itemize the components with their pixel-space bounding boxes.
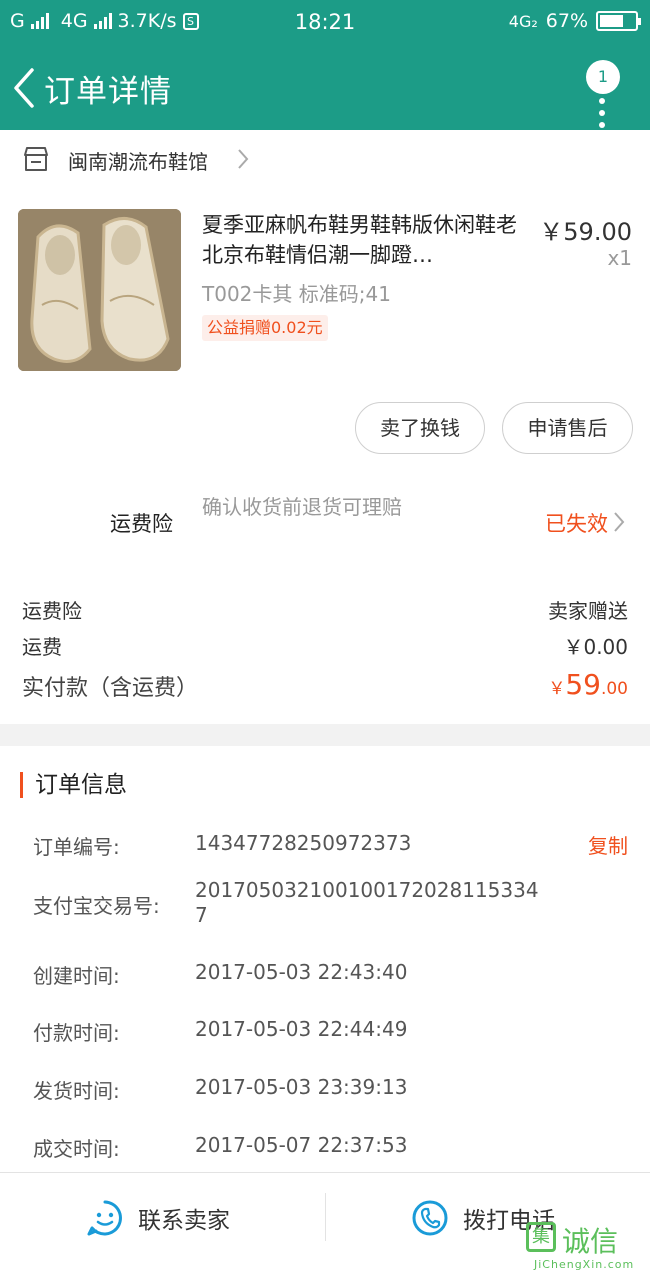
info-value[interactable]: 2017050321001001720281153347 xyxy=(195,878,540,928)
insurance-label: 运费险 xyxy=(110,512,173,536)
info-value: 2017-05-07 22:37:53 xyxy=(195,1133,408,1157)
shipping-fee-value: ￥0.00 xyxy=(563,635,628,659)
fee-insurance-row: 运费险 卖家赠送 xyxy=(22,595,628,624)
chat-face-icon xyxy=(87,1200,122,1236)
total-amount: ￥59.00 xyxy=(548,668,628,701)
product-sku: T002卡其 标准码;41 xyxy=(202,282,391,306)
phone-icon xyxy=(412,1200,448,1236)
shipping-insurance-row[interactable]: 运费险 确认收货前退货可理赔 已失效 xyxy=(0,488,650,558)
info-value[interactable]: 14347728250972373 xyxy=(195,831,540,856)
order-info-heading: 订单信息 xyxy=(20,772,127,798)
insurance-description: 确认收货前退货可理赔 xyxy=(202,495,402,519)
insurance-status: 已失效 xyxy=(545,512,608,536)
total-label: 实付款（含运费） xyxy=(22,676,199,701)
watermark-url: JiChengXin.com xyxy=(534,1258,635,1271)
chevron-right-icon xyxy=(238,149,249,169)
info-key: 订单编号: xyxy=(33,835,120,859)
product-quantity: x1 xyxy=(607,246,632,270)
product-image[interactable] xyxy=(18,209,181,371)
after-sale-button[interactable]: 申请售后 xyxy=(502,402,633,454)
battery-icon xyxy=(596,11,641,31)
shipping-fee-label: 运费 xyxy=(22,635,62,659)
info-value: 2017-05-03 23:39:13 xyxy=(195,1075,408,1099)
info-key: 创建时间: xyxy=(33,964,120,988)
back-button[interactable] xyxy=(10,66,46,110)
title-bar: 订单详情 1 xyxy=(0,44,650,130)
product-card[interactable]: 夏季亚麻帆布鞋男鞋韩版休闲鞋老北京布鞋情侣潮一脚蹬… ￥59.00 x1 T00… xyxy=(0,200,650,390)
fee-insurance-label: 运费险 xyxy=(22,599,82,623)
watermark-box: 集 xyxy=(526,1222,556,1252)
copy-button[interactable]: 复制 xyxy=(588,830,628,859)
notification-badge: 1 xyxy=(586,60,620,94)
info-key: 支付宝交易号: xyxy=(33,894,160,918)
more-vertical-icon xyxy=(599,98,605,134)
watermark-text: 诚信 xyxy=(562,1225,619,1258)
sell-button[interactable]: 卖了换钱 xyxy=(355,402,485,454)
total-decimal: .00 xyxy=(600,679,628,699)
site-watermark-logo: 集 诚信 JiChengXin.com xyxy=(524,1218,642,1271)
status-bar: G 4G 3.7K/s S 18:21 4G₂ 67% xyxy=(0,0,650,44)
page-title: 订单详情 xyxy=(44,74,172,110)
bottom-divider xyxy=(325,1193,326,1241)
more-menu-button[interactable]: 1 xyxy=(586,60,622,128)
info-key: 发货时间: xyxy=(33,1079,120,1103)
shop-row[interactable]: 闽南潮流布鞋馆 xyxy=(0,130,650,188)
battery-percent: 67% xyxy=(545,10,588,32)
info-value: 2017-05-03 22:44:49 xyxy=(195,1017,408,1041)
total-integer: 59 xyxy=(565,668,601,701)
chevron-left-icon xyxy=(14,68,34,108)
shop-name: 闽南潮流布鞋馆 xyxy=(68,150,208,174)
charity-tag: 公益捐赠0.02元 xyxy=(202,315,328,341)
product-title: 夏季亚麻帆布鞋男鞋韩版休闲鞋老北京布鞋情侣潮一脚蹬… xyxy=(202,213,517,267)
info-key: 成交时间: xyxy=(33,1137,120,1161)
total-row: 实付款（含运费） ￥59.00 xyxy=(22,668,628,702)
contact-seller-label: 联系卖家 xyxy=(138,1208,230,1234)
product-price: ￥59.00 xyxy=(539,218,632,246)
contact-seller-button[interactable]: 联系卖家 xyxy=(86,1199,230,1237)
info-value: 2017-05-03 22:43:40 xyxy=(195,960,408,984)
info-key: 付款时间: xyxy=(33,1021,120,1045)
chevron-right-icon xyxy=(614,512,625,532)
fee-insurance-value: 卖家赠送 xyxy=(548,599,628,623)
section-divider xyxy=(0,724,650,746)
network-type: 4G₂ xyxy=(508,11,538,31)
store-icon xyxy=(24,147,48,171)
shipping-fee-row: 运费 ￥0.00 xyxy=(22,631,628,660)
total-currency: ￥ xyxy=(548,679,566,699)
